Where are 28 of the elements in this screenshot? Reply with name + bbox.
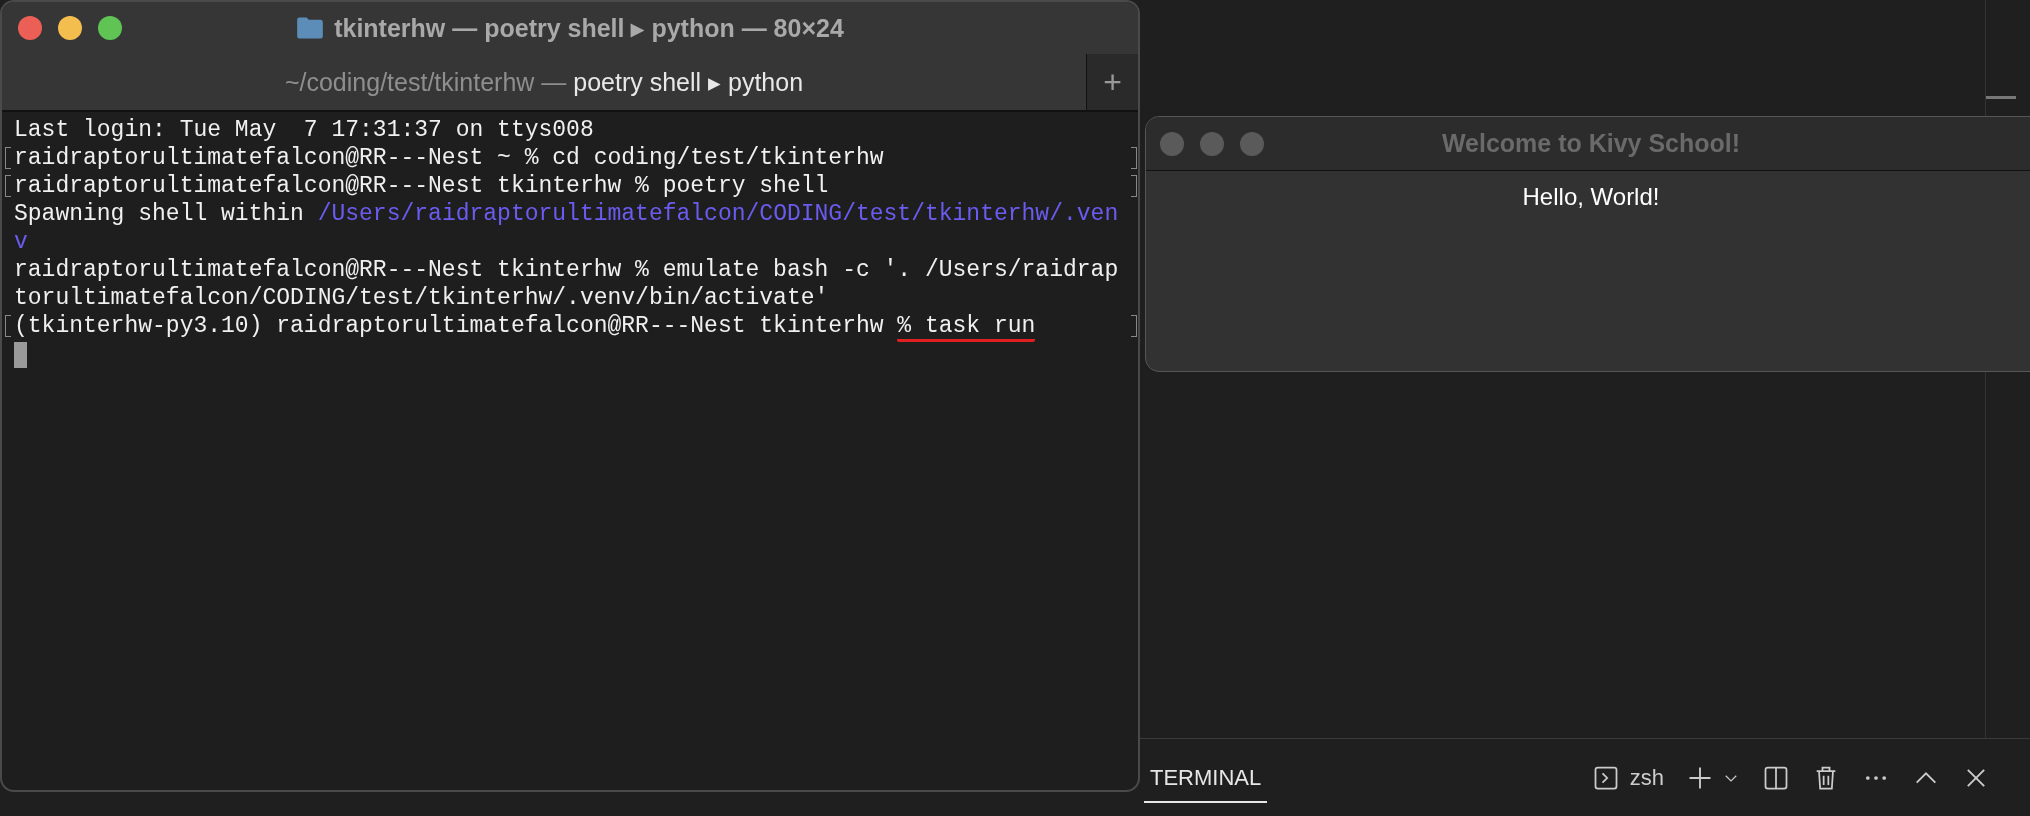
greeting-label: Hello, World! [1522,183,1660,211]
terminal-output: raidraptorultimatefalcon@RR---Nest tkinterhw % emulate bash -c '. /Users/raidrap [14,257,1119,283]
mark-bracket [1131,315,1137,337]
terminal-output: raidraptorultimatefalcon@RR---Nest ~ % cd coding/test/tkinterhw [14,145,884,171]
terminal-output: (tkinterhw-py3.10) raidraptorultimatefalcon@RR---Nest tkinterhw [14,313,885,339]
close-button[interactable] [18,16,42,40]
split-icon[interactable] [1762,764,1790,792]
terminal-output: Last login: Tue May 7 17:31:37 on ttys008 [14,117,594,143]
minimize-button[interactable] [58,16,82,40]
terminal-tab[interactable]: TERMINAL [1144,753,1268,803]
window-title: Welcome to Kivy School! [1441,129,1741,158]
new-tab-button[interactable]: + [1086,54,1138,110]
terminal-output: raidraptorultimatefalcon@RR---Nest tkinterhw % poetry shell [14,173,829,199]
mark-bracket [1131,147,1137,169]
mark-bracket [5,147,11,169]
folder-icon [296,16,325,40]
scrollbar [1986,96,2016,99]
terminal-output: torultimatefalcon/CODING/test/tkinterhw/.venv/bin/activate' [14,285,829,311]
mark-bracket [5,315,11,337]
mark-bracket [1131,175,1137,197]
window-title: tkinterhw — poetry shell ▸ python — 80×24 [334,13,844,43]
path-text: v [14,229,28,255]
shell-selector[interactable]: zsh [1591,764,1664,792]
mark-bracket [5,175,11,197]
terminal-output: Spawning shell within [14,201,305,227]
path-text: /Users/raidraptorultimatefalcon/CODING/test/tkinterhw/.ven [317,201,1119,227]
zoom-button[interactable] [98,16,122,40]
underlined-command: % task run [897,313,1036,342]
